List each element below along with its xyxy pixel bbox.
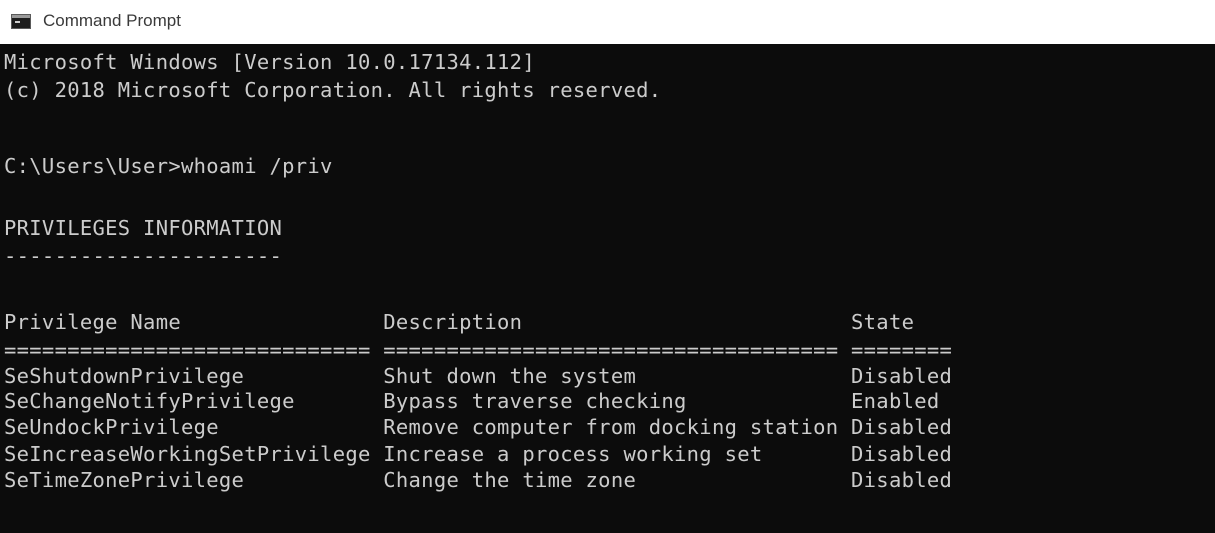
- table-row: SeTimeZonePrivilege Change the time zone…: [4, 468, 953, 492]
- table-header-separator: ============================= ==========…: [4, 338, 953, 362]
- window-title: Command Prompt: [43, 11, 181, 30]
- title-bar[interactable]: Command Prompt: [0, 0, 1215, 44]
- console-line-heading: PRIVILEGES INFORMATION: [4, 216, 283, 240]
- console-output[interactable]: Microsoft Windows [Version 10.0.17134.11…: [0, 44, 1215, 533]
- console-line-version: Microsoft Windows [Version 10.0.17134.11…: [4, 50, 535, 74]
- console-line-copyright: (c) 2018 Microsoft Corporation. All righ…: [4, 78, 662, 102]
- table-header-row: Privilege Name Description State: [4, 310, 915, 334]
- console-line-underline: ----------------------: [4, 244, 283, 268]
- command-prompt-window: Command Prompt Microsoft Windows [Versio…: [0, 0, 1215, 533]
- table-row: SeUndockPrivilege Remove computer from d…: [4, 415, 953, 439]
- cmd-icon: [11, 14, 31, 29]
- table-row: SeShutdownPrivilege Shut down the system…: [4, 364, 953, 388]
- table-row: SeIncreaseWorkingSetPrivilege Increase a…: [4, 442, 953, 466]
- console-line-command: C:\Users\User>whoami /priv: [4, 154, 333, 178]
- table-row: SeChangeNotifyPrivilege Bypass traverse …: [4, 389, 940, 413]
